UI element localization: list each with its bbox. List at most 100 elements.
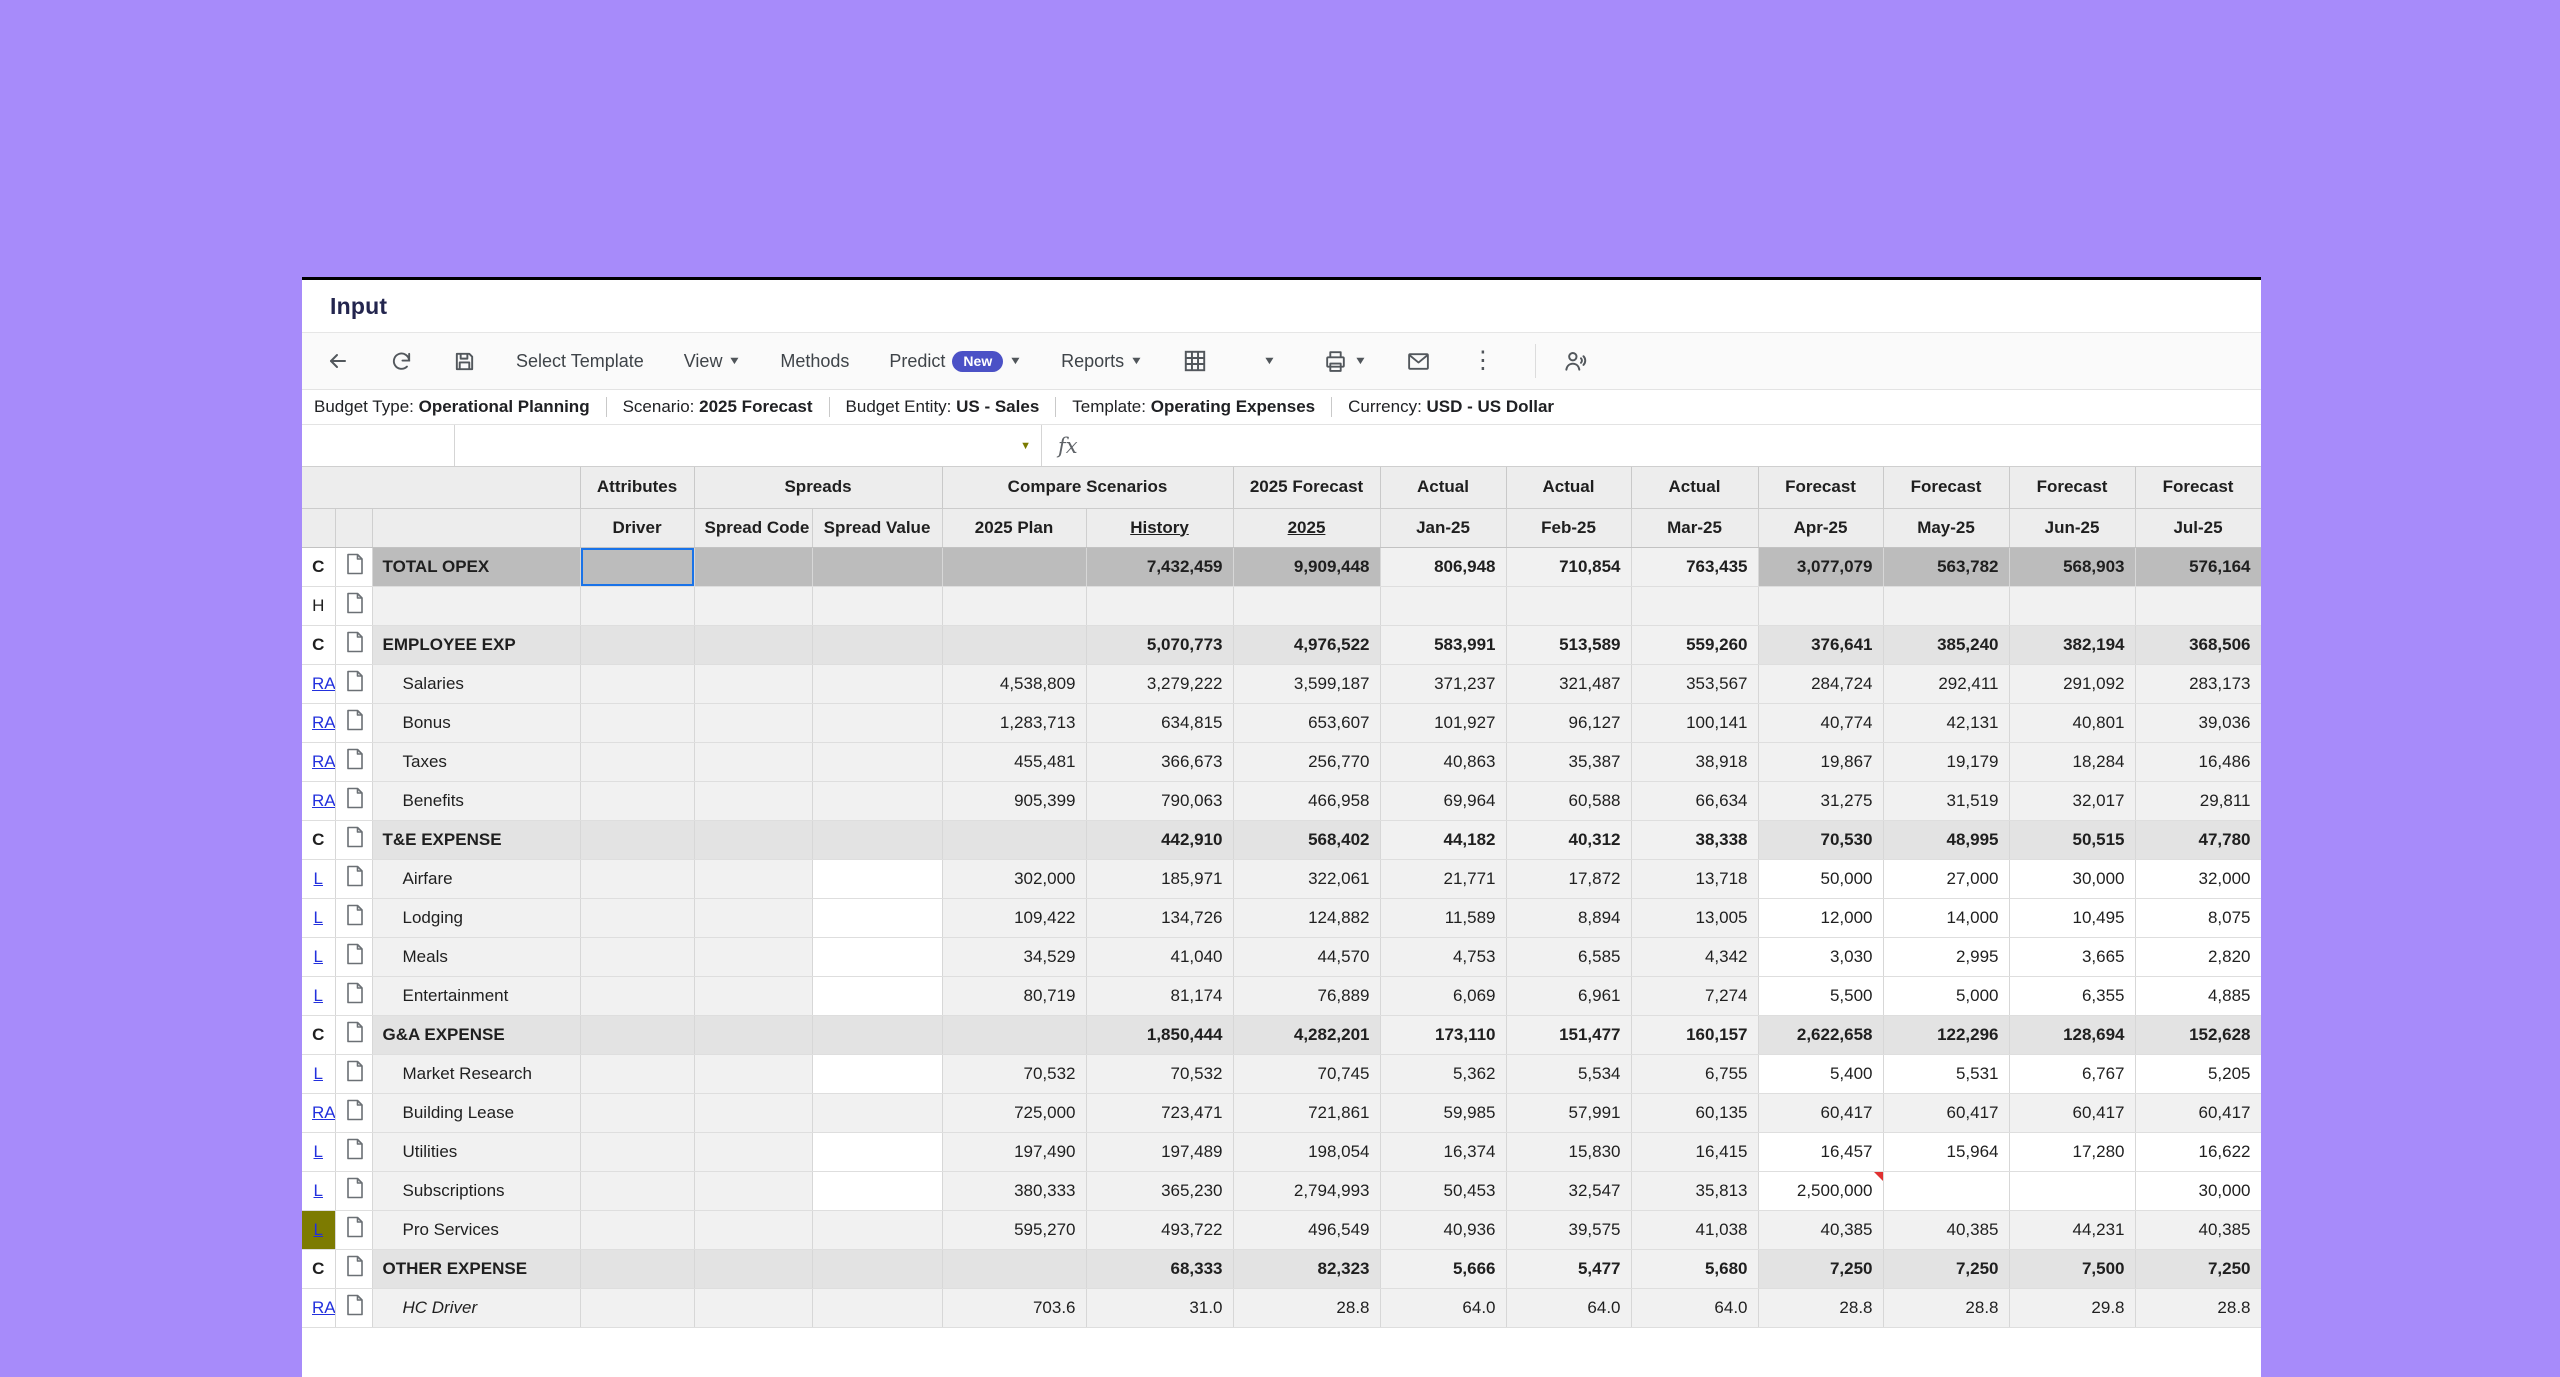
grid-cell[interactable]: 5,534 [1506, 1054, 1631, 1093]
cell-note-icon[interactable] [335, 1249, 372, 1288]
grid-cell[interactable]: 44,231 [2009, 1210, 2135, 1249]
sheet-grid-button[interactable] [1182, 348, 1208, 374]
grid-cell[interactable]: 34,529 [942, 937, 1086, 976]
grid-cell[interactable] [812, 1132, 942, 1171]
grid-cell[interactable] [580, 547, 694, 586]
grid-cell[interactable] [812, 1288, 942, 1327]
grid-cell[interactable]: 302,000 [942, 859, 1086, 898]
grid-cell[interactable]: 563,782 [1883, 547, 2009, 586]
account-name[interactable]: Salaries [372, 664, 580, 703]
grid-cell[interactable] [812, 898, 942, 937]
user-voice-button[interactable] [1562, 348, 1588, 374]
grid-cell[interactable]: 7,274 [1631, 976, 1758, 1015]
grid-cell[interactable]: 40,863 [1380, 742, 1506, 781]
grid-cell[interactable]: 5,400 [1758, 1054, 1883, 1093]
view-menu-button[interactable]: View ▼ [684, 351, 741, 372]
grid-cell[interactable]: 10,495 [2009, 898, 2135, 937]
grid-cell[interactable]: 283,173 [2135, 664, 2261, 703]
grid-cell[interactable]: 50,000 [1758, 859, 1883, 898]
cell-note-icon[interactable] [335, 1132, 372, 1171]
grid-cell[interactable]: 81,174 [1086, 976, 1233, 1015]
grid-cell[interactable]: 38,918 [1631, 742, 1758, 781]
row-type-code[interactable]: L [302, 898, 335, 937]
cell-note-icon[interactable] [335, 547, 372, 586]
account-name[interactable]: Building Lease [372, 1093, 580, 1132]
save-button[interactable] [453, 350, 476, 373]
grid-cell[interactable]: 382,194 [2009, 625, 2135, 664]
grid-cell[interactable]: 96,127 [1506, 703, 1631, 742]
grid-cell[interactable]: 7,500 [2009, 1249, 2135, 1288]
grid-cell[interactable]: 12,000 [1758, 898, 1883, 937]
grid-cell[interactable]: 763,435 [1631, 547, 1758, 586]
grid-cell[interactable] [694, 664, 812, 703]
grid-cell[interactable]: 3,665 [2009, 937, 2135, 976]
row-type-code[interactable]: L [302, 937, 335, 976]
grid-cell[interactable]: 35,387 [1506, 742, 1631, 781]
grid-cell[interactable] [2009, 1171, 2135, 1210]
grid-cell[interactable] [580, 1015, 694, 1054]
grid-cell[interactable]: 2,794,993 [1233, 1171, 1380, 1210]
select-template-button[interactable]: Select Template [516, 351, 644, 372]
cell-note-icon[interactable] [335, 859, 372, 898]
grid-cell[interactable]: 60,417 [1758, 1093, 1883, 1132]
grid-cell[interactable] [580, 586, 694, 625]
grid-cell[interactable]: 4,342 [1631, 937, 1758, 976]
cell-note-icon[interactable] [335, 1288, 372, 1327]
grid-cell[interactable]: 39,575 [1506, 1210, 1631, 1249]
grid-cell[interactable]: 6,961 [1506, 976, 1631, 1015]
grid-cell[interactable] [694, 742, 812, 781]
grid-cell[interactable]: 16,374 [1380, 1132, 1506, 1171]
grid-cell[interactable] [1758, 586, 1883, 625]
grid-cell[interactable] [812, 625, 942, 664]
grid-cell[interactable]: 40,801 [2009, 703, 2135, 742]
grid-cell[interactable]: 6,585 [1506, 937, 1631, 976]
back-button[interactable] [326, 349, 350, 373]
grid-cell[interactable]: 70,530 [1758, 820, 1883, 859]
grid-cell[interactable]: 19,867 [1758, 742, 1883, 781]
grid-cell[interactable]: 905,399 [942, 781, 1086, 820]
grid-cell[interactable]: 353,567 [1631, 664, 1758, 703]
grid-cell[interactable]: 64.0 [1506, 1288, 1631, 1327]
grid-cell[interactable]: 151,477 [1506, 1015, 1631, 1054]
grid-cell[interactable]: 70,745 [1233, 1054, 1380, 1093]
grid-cell[interactable]: 15,964 [1883, 1132, 2009, 1171]
grid-cell[interactable] [694, 1132, 812, 1171]
grid-cell[interactable] [580, 742, 694, 781]
grid-cell[interactable] [580, 820, 694, 859]
mail-button[interactable] [1406, 349, 1431, 374]
grid-cell[interactable] [580, 1288, 694, 1327]
grid-cell[interactable]: 3,599,187 [1233, 664, 1380, 703]
grid-cell[interactable]: 496,549 [1233, 1210, 1380, 1249]
row-type-code[interactable]: L [302, 1171, 335, 1210]
grid-cell[interactable]: 366,673 [1086, 742, 1233, 781]
grid-cell[interactable]: 371,237 [1380, 664, 1506, 703]
grid-cell[interactable] [580, 1093, 694, 1132]
cell-note-icon[interactable] [335, 625, 372, 664]
grid-cell[interactable]: 60,588 [1506, 781, 1631, 820]
grid-cell[interactable]: 2,622,658 [1758, 1015, 1883, 1054]
cell-note-icon[interactable] [335, 1015, 372, 1054]
grid-cell[interactable]: 16,486 [2135, 742, 2261, 781]
grid-cell[interactable] [812, 1171, 942, 1210]
grid-cell[interactable]: 32,547 [1506, 1171, 1631, 1210]
grid-cell[interactable] [812, 547, 942, 586]
grid-cell[interactable] [580, 1210, 694, 1249]
row-type-code[interactable]: L [302, 1132, 335, 1171]
grid-cell[interactable] [580, 1054, 694, 1093]
grid-cell[interactable]: 17,872 [1506, 859, 1631, 898]
grid-cell[interactable]: 4,885 [2135, 976, 2261, 1015]
grid-cell[interactable] [942, 625, 1086, 664]
grid-cell[interactable] [694, 1054, 812, 1093]
grid-cell[interactable] [694, 859, 812, 898]
grid-cell[interactable]: 39,036 [2135, 703, 2261, 742]
grid-cell[interactable]: 5,666 [1380, 1249, 1506, 1288]
grid-cell[interactable]: 8,075 [2135, 898, 2261, 937]
grid-cell[interactable]: 2,500,000 [1758, 1171, 1883, 1210]
grid-cell[interactable] [694, 703, 812, 742]
account-name[interactable]: Meals [372, 937, 580, 976]
grid-cell[interactable]: 9,909,448 [1233, 547, 1380, 586]
column-header[interactable]: 2025 [1233, 508, 1380, 547]
grid-cell[interactable]: 80,719 [942, 976, 1086, 1015]
row-type-code[interactable]: RA [302, 742, 335, 781]
account-name[interactable]: Entertainment [372, 976, 580, 1015]
